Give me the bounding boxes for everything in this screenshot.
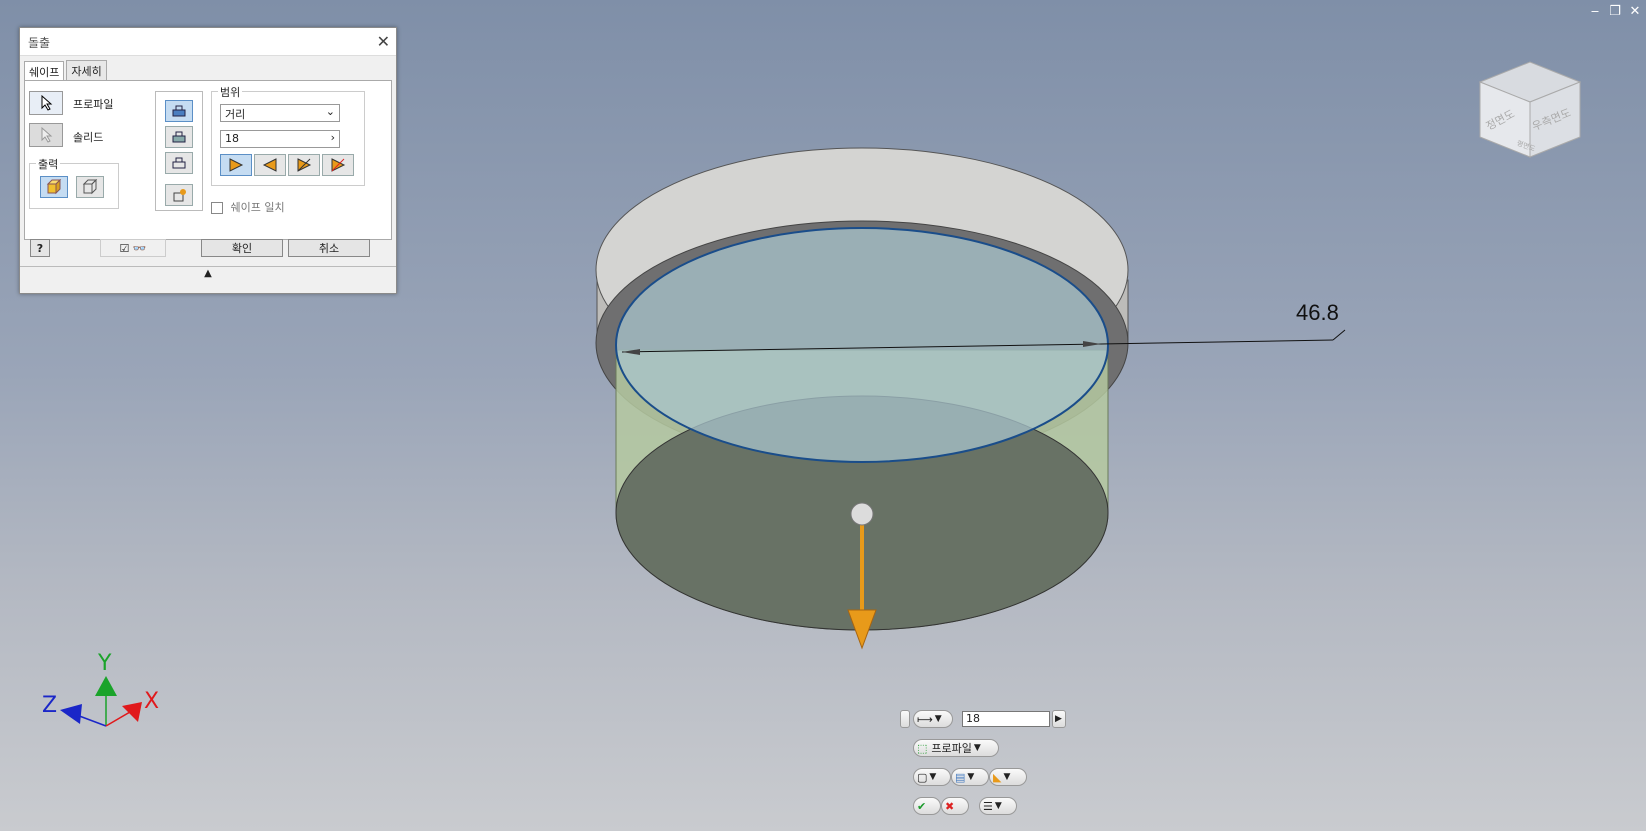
solid-select-button[interactable] bbox=[29, 123, 63, 147]
minitoolbar-cancel-button[interactable]: ✖ bbox=[941, 797, 969, 815]
minitoolbar-profile-label: 프로파일 bbox=[931, 742, 972, 755]
tab-more[interactable]: 자세히 bbox=[66, 60, 107, 81]
play-right-icon: ▶ bbox=[1055, 714, 1062, 724]
chevron-down-icon: ▼ bbox=[929, 772, 937, 782]
minitoolbar-operation-dropdown[interactable]: ▤ ▼ bbox=[951, 768, 989, 786]
axis-triad bbox=[60, 676, 142, 727]
dialog-title: 돌출 bbox=[28, 36, 51, 50]
tab-panel: 프로파일 솔리드 출력 범위 거리 ⌄ 18 › 쉐이프 일치 bbox=[24, 80, 392, 240]
chevron-down-icon: ▼ bbox=[967, 772, 975, 782]
new-solid-button[interactable] bbox=[165, 184, 193, 206]
output-surface-button[interactable] bbox=[76, 176, 104, 198]
dialog-close-button[interactable]: ✕ bbox=[377, 32, 390, 51]
minitoolbar-grip[interactable] bbox=[900, 710, 910, 728]
direction-2-button[interactable] bbox=[254, 154, 286, 176]
minitoolbar-distance-arrow[interactable]: ▶ bbox=[1052, 710, 1066, 728]
direction-1-button[interactable] bbox=[220, 154, 252, 176]
chevron-down-icon: ▼ bbox=[994, 801, 1002, 811]
join-icon: ▤ bbox=[955, 770, 966, 784]
match-shape-checkbox[interactable] bbox=[211, 202, 223, 214]
dialog-tabs: 쉐이프 자세히 bbox=[24, 60, 109, 82]
match-shape-label: 쉐이프 일치 bbox=[230, 201, 285, 214]
chevron-down-icon: ▼ bbox=[934, 714, 942, 724]
intersect-button[interactable] bbox=[165, 152, 193, 174]
glasses-icon: 👓 bbox=[132, 242, 147, 255]
axis-x-label: X bbox=[144, 689, 159, 714]
output-solid-button[interactable] bbox=[40, 176, 68, 198]
preview-toggle[interactable]: ☑ 👓 bbox=[100, 239, 166, 257]
minitoolbar-profile-button[interactable]: ⬚ 프로파일 ▼ bbox=[913, 739, 999, 757]
output-group-title: 출력 bbox=[36, 156, 61, 172]
match-shape-row[interactable]: 쉐이프 일치 bbox=[211, 199, 285, 215]
chevron-right-icon: › bbox=[330, 131, 335, 144]
minitoolbar-direction-dropdown[interactable]: ◣ ▼ bbox=[989, 768, 1027, 786]
asymmetric-button[interactable] bbox=[322, 154, 354, 176]
help-button[interactable]: ? bbox=[30, 239, 50, 257]
cursor-icon bbox=[41, 127, 53, 143]
join-button[interactable] bbox=[165, 100, 193, 122]
cut-icon bbox=[172, 131, 186, 143]
asymmetric-icon bbox=[331, 158, 346, 172]
chevron-down-icon: ⌄ bbox=[325, 105, 335, 118]
solid-box-icon: ▢ bbox=[917, 770, 928, 784]
dialog-titlebar[interactable]: 돌출 ✕ bbox=[20, 28, 396, 56]
tab-shape[interactable]: 쉐이프 bbox=[24, 61, 65, 82]
distance-input-value: 18 bbox=[225, 132, 239, 145]
extrude-dialog: 돌출 ✕ 쉐이프 자세히 프로파일 솔리드 출력 범위 거리 ⌄ 18 › 쉐이… bbox=[19, 27, 397, 294]
distance-input[interactable]: 18 › bbox=[220, 130, 340, 148]
surface-box-icon bbox=[82, 179, 98, 195]
extents-type-dropdown[interactable]: 거리 ⌄ bbox=[220, 104, 340, 122]
extents-group: 범위 거리 ⌄ 18 › bbox=[211, 84, 365, 186]
profile-select-icon: ⬚ bbox=[917, 741, 928, 755]
operation-group bbox=[155, 91, 203, 211]
viewcube[interactable]: 정면도 우측면도 평면도 bbox=[1470, 52, 1590, 162]
minitoolbar-extent-dropdown[interactable]: ⟼ ▼ bbox=[913, 710, 953, 728]
symmetric-icon bbox=[297, 158, 312, 172]
help-icon: ? bbox=[36, 242, 44, 255]
chevron-down-icon: ▼ bbox=[1003, 772, 1011, 782]
minitoolbar-output-dropdown[interactable]: ▢ ▼ bbox=[913, 768, 951, 786]
profile-select-button[interactable] bbox=[29, 91, 63, 115]
minitoolbar-options-dropdown[interactable]: ☰ ▼ bbox=[979, 797, 1017, 815]
dimension-leader-tick bbox=[1332, 329, 1346, 341]
checkmark-icon: ✔ bbox=[917, 799, 927, 813]
dialog-footer: ? ☑ 👓 확인 취소 bbox=[20, 236, 396, 268]
dialog-expander[interactable]: ▲ bbox=[20, 266, 396, 281]
axis-y-label: Y bbox=[97, 651, 112, 676]
distance-arrow-handle[interactable] bbox=[850, 502, 874, 526]
cut-button[interactable] bbox=[165, 126, 193, 148]
cursor-icon bbox=[41, 95, 53, 111]
profile-label: 프로파일 bbox=[73, 98, 114, 111]
dimension-value[interactable]: 46.8 bbox=[1296, 300, 1339, 326]
direction-2-icon bbox=[262, 158, 277, 172]
axis-z-label: Z bbox=[42, 693, 57, 718]
list-icon: ☰ bbox=[983, 799, 993, 813]
direction-icon: ◣ bbox=[993, 770, 1002, 784]
extents-type-value: 거리 bbox=[225, 108, 246, 121]
cross-icon: ✖ bbox=[945, 799, 955, 813]
ok-button[interactable]: 확인 bbox=[201, 239, 283, 257]
symmetric-button[interactable] bbox=[288, 154, 320, 176]
dimension-leader bbox=[1100, 339, 1334, 345]
output-group: 출력 bbox=[29, 156, 119, 209]
extents-group-title: 범위 bbox=[218, 84, 243, 100]
join-icon bbox=[172, 105, 186, 117]
minitoolbar-distance-input[interactable]: 18 bbox=[962, 711, 1050, 727]
direction-1-icon bbox=[229, 158, 244, 172]
distance-extent-icon: ⟼ bbox=[917, 712, 933, 726]
minitoolbar-ok-button[interactable]: ✔ bbox=[913, 797, 941, 815]
intersect-icon bbox=[172, 157, 186, 169]
solid-label: 솔리드 bbox=[73, 131, 104, 144]
new-solid-icon bbox=[173, 189, 186, 202]
checkbox-checked-icon: ☑ bbox=[119, 242, 130, 255]
solid-box-icon bbox=[46, 179, 62, 195]
cancel-button[interactable]: 취소 bbox=[288, 239, 370, 257]
chevron-down-icon: ▼ bbox=[973, 743, 981, 753]
